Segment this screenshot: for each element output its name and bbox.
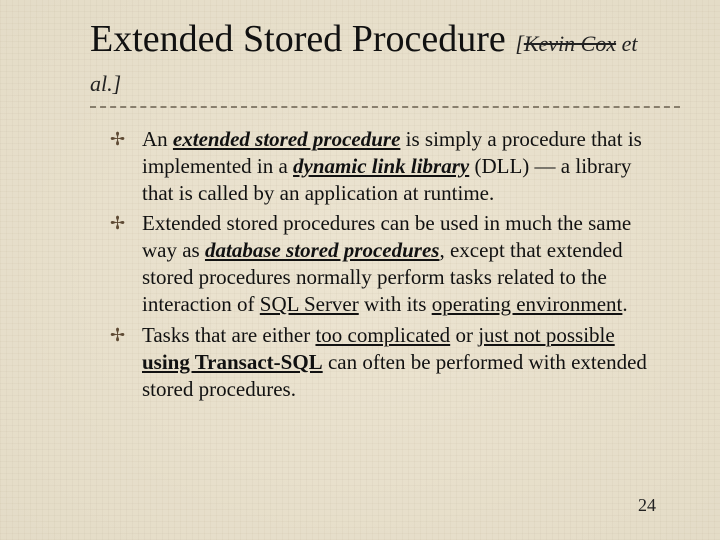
slide: Extended Stored Procedure [Kevin Cox et …	[0, 0, 720, 540]
list-item: Tasks that are either too complicated or…	[110, 322, 650, 403]
slide-title: Extended Stored Procedure [Kevin Cox et …	[90, 20, 650, 100]
title-rule	[90, 106, 680, 108]
bullet-list: An extended stored procedure is simply a…	[40, 126, 680, 403]
list-item: Extended stored procedures can be used i…	[110, 210, 650, 318]
list-item: An extended stored procedure is simply a…	[110, 126, 650, 207]
title-main: Extended Stored Procedure	[90, 18, 506, 60]
page-number: 24	[638, 495, 656, 516]
title-block: Extended Stored Procedure [Kevin Cox et …	[90, 20, 650, 100]
